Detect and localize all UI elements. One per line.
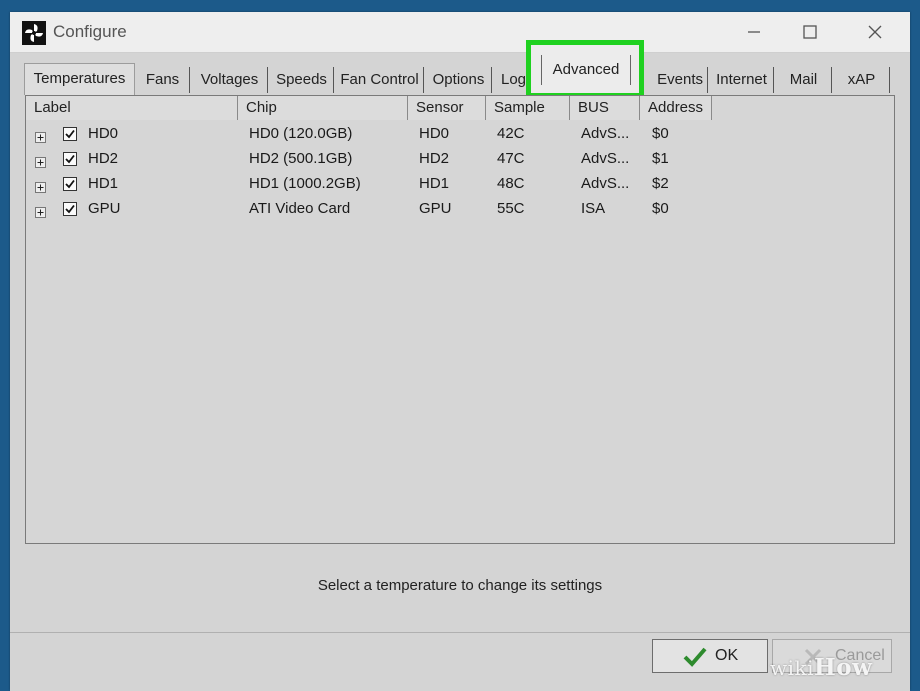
tab-events[interactable]: Events	[650, 67, 708, 93]
cell-address: $0	[652, 200, 669, 217]
maximize-icon[interactable]	[796, 18, 824, 46]
expand-plus-icon[interactable]	[35, 178, 46, 193]
watermark-suffix: How	[814, 654, 873, 681]
column-header-bus[interactable]: BUS	[570, 96, 640, 120]
cell-sample: 48C	[497, 175, 525, 192]
tab-options[interactable]: Options	[426, 67, 492, 93]
table-row[interactable]: HD0 HD0 (120.0GB) HD0 42C AdvS... $0	[26, 121, 894, 146]
row-checkbox[interactable]	[63, 176, 77, 191]
tab-voltages[interactable]: Voltages	[192, 67, 268, 93]
expand-plus-icon[interactable]	[35, 153, 46, 168]
fan-app-icon	[22, 21, 46, 45]
cell-bus: AdvS...	[581, 175, 630, 192]
row-checkbox[interactable]	[63, 201, 77, 216]
column-header-sensor[interactable]: Sensor	[408, 96, 486, 120]
cell-sample: 47C	[497, 150, 525, 167]
table-row[interactable]: HD2 HD2 (500.1GB) HD2 47C AdvS... $1	[26, 146, 894, 171]
cell-sample: 55C	[497, 200, 525, 217]
cell-chip: ATI Video Card	[249, 200, 351, 217]
tab-strip: Temperatures Fans Voltages Speeds Fan Co…	[20, 57, 900, 97]
tab-internet[interactable]: Internet	[710, 67, 774, 93]
cell-address: $1	[652, 150, 669, 167]
tab-mail[interactable]: Mail	[776, 67, 832, 93]
tab-temperatures[interactable]: Temperatures	[24, 63, 135, 95]
column-header-address[interactable]: Address	[640, 96, 712, 120]
tab-fans[interactable]: Fans	[136, 67, 190, 93]
cell-address: $0	[652, 125, 669, 142]
cell-chip: HD1 (1000.2GB)	[249, 175, 361, 192]
window-title: Configure	[53, 22, 127, 41]
status-message: Select a temperature to change its setti…	[317, 577, 603, 594]
cell-chip: HD0 (120.0GB)	[249, 125, 353, 142]
column-header-chip[interactable]: Chip	[238, 96, 408, 120]
column-header-sample[interactable]: Sample	[486, 96, 570, 120]
advanced-tab-highlight: Advanced	[526, 40, 644, 98]
row-checkbox[interactable]	[63, 151, 77, 166]
cell-bus: ISA	[581, 200, 606, 217]
cell-label: HD0	[88, 125, 119, 142]
tab-fan-control[interactable]: Fan Control	[336, 67, 424, 93]
ok-button[interactable]: OK	[652, 639, 768, 673]
cell-label: HD2	[88, 150, 119, 167]
configure-window: Configure Temperatures Fans Voltages Spe…	[10, 12, 910, 691]
cell-bus: AdvS...	[581, 125, 630, 142]
cell-sensor: HD2	[419, 150, 450, 167]
cell-address: $2	[652, 175, 669, 192]
cell-bus: AdvS...	[581, 150, 630, 167]
cell-sensor: GPU	[419, 200, 452, 217]
wikihow-watermark: wikiHow	[770, 654, 872, 686]
tab-xap[interactable]: xAP	[834, 67, 890, 93]
checkmark-icon	[683, 647, 707, 672]
cell-label: HD1	[88, 175, 119, 192]
cell-sensor: HD0	[419, 125, 450, 142]
cell-sample: 42C	[497, 125, 525, 142]
close-icon[interactable]	[861, 18, 889, 46]
expand-plus-icon[interactable]	[35, 203, 46, 218]
expand-plus-icon[interactable]	[35, 128, 46, 143]
ok-button-label: OK	[715, 647, 739, 664]
table-row[interactable]: GPU ATI Video Card GPU 55C ISA $0	[26, 196, 894, 221]
table-row[interactable]: HD1 HD1 (1000.2GB) HD1 48C AdvS... $2	[26, 171, 894, 196]
temperatures-list[interactable]: Label Chip Sensor Sample BUS Address HD0…	[25, 95, 895, 544]
row-checkbox[interactable]	[63, 126, 77, 141]
title-bar: Configure	[10, 12, 910, 53]
cell-sensor: HD1	[419, 175, 450, 192]
watermark-prefix: wiki	[770, 656, 815, 680]
tab-advanced[interactable]: Advanced	[541, 55, 631, 85]
minimize-icon[interactable]	[740, 18, 768, 46]
tab-speeds[interactable]: Speeds	[270, 67, 334, 93]
list-header: Label Chip Sensor Sample BUS Address	[26, 96, 894, 120]
column-header-label[interactable]: Label	[26, 96, 238, 120]
cell-label: GPU	[88, 200, 121, 217]
cell-chip: HD2 (500.1GB)	[249, 150, 353, 167]
